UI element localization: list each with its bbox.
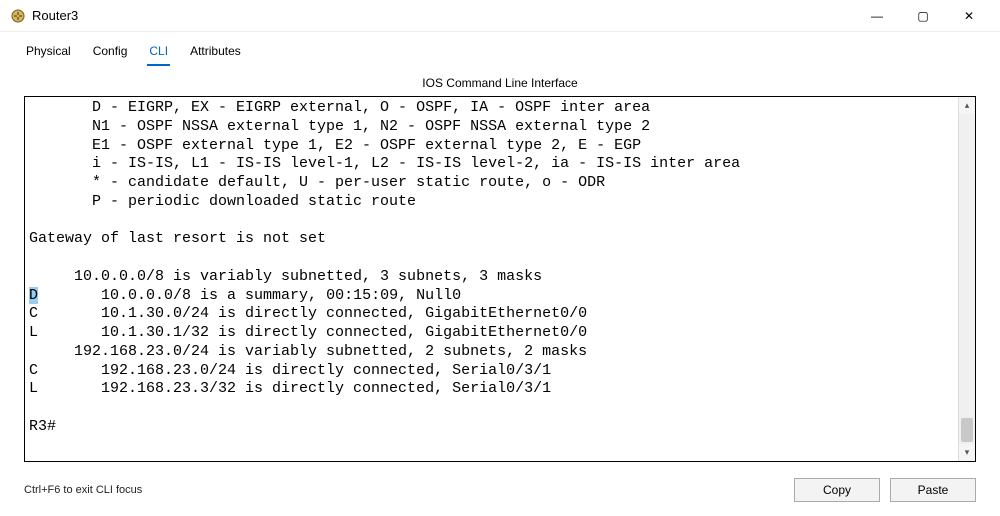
maximize-button[interactable]: ▢ (900, 1, 946, 31)
paste-button[interactable]: Paste (890, 478, 976, 502)
cli-panel-title: IOS Command Line Interface (0, 72, 1000, 94)
close-button[interactable]: ✕ (946, 1, 992, 31)
app-window: Router3 — ▢ ✕ Physical Config CLI Attrib… (0, 0, 1000, 516)
tab-cli[interactable]: CLI (147, 42, 170, 66)
minimize-button[interactable]: — (854, 1, 900, 31)
cli-focus-hint: Ctrl+F6 to exit CLI focus (24, 484, 784, 496)
selected-char: D (29, 287, 38, 304)
terminal-scrollbar[interactable]: ▴ ▾ (958, 97, 975, 461)
tab-attributes[interactable]: Attributes (188, 42, 243, 66)
tab-physical[interactable]: Physical (24, 42, 73, 66)
tab-config[interactable]: Config (91, 42, 130, 66)
router-icon (10, 8, 26, 24)
scroll-track[interactable] (959, 114, 975, 444)
titlebar: Router3 — ▢ ✕ (0, 0, 1000, 32)
footer: Ctrl+F6 to exit CLI focus Copy Paste (0, 470, 1000, 516)
terminal-container: D - EIGRP, EX - EIGRP external, O - OSPF… (24, 96, 976, 462)
tabbar: Physical Config CLI Attributes (0, 32, 1000, 66)
scroll-up-button[interactable]: ▴ (959, 97, 975, 114)
window-title: Router3 (32, 8, 78, 23)
copy-button[interactable]: Copy (794, 478, 880, 502)
scroll-thumb[interactable] (961, 418, 973, 442)
scroll-down-button[interactable]: ▾ (959, 444, 975, 461)
cli-terminal[interactable]: D - EIGRP, EX - EIGRP external, O - OSPF… (25, 97, 958, 461)
